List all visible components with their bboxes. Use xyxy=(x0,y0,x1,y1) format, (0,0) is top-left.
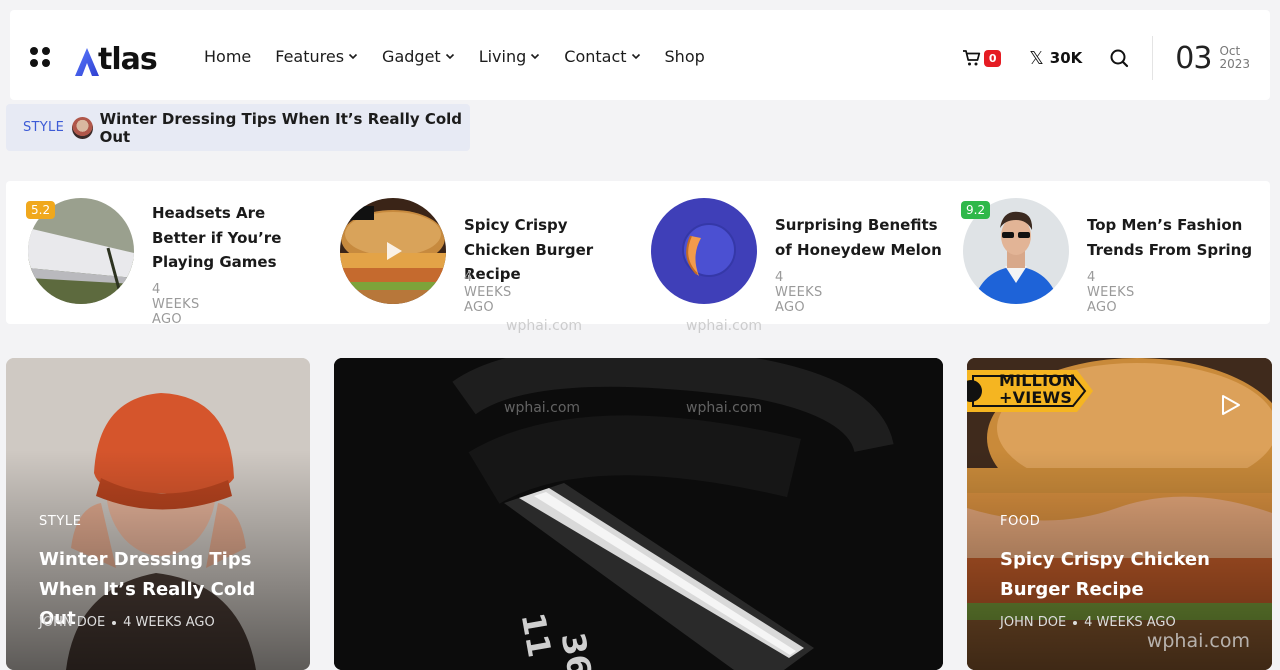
nav-label: Living xyxy=(478,46,527,66)
card-category[interactable]: FOOD xyxy=(1000,514,1040,529)
featured-card-gadget[interactable]: 11 36 wphai.com wphai.com xyxy=(334,358,943,670)
cart-button[interactable]: 0 xyxy=(962,48,1002,68)
nav-item-gadget[interactable]: Gadget xyxy=(382,44,455,68)
badge-line-1: MILLION xyxy=(999,371,1076,390)
million-views-text: MILLION +VIEWS xyxy=(999,372,1076,406)
ticker-thumbnail xyxy=(72,116,93,139)
chevron-down-icon xyxy=(531,53,540,60)
cart-count-badge: 0 xyxy=(984,49,1002,67)
chevron-down-icon xyxy=(631,53,640,60)
featured-card-style[interactable]: STYLE Winter Dressing Tips When It’s Rea… xyxy=(6,358,310,670)
watermark: wphai.com xyxy=(686,318,763,334)
play-icon[interactable] xyxy=(381,239,405,263)
post-date: 4 WEEKS AGO xyxy=(1087,270,1135,315)
post-date: 4 WEEKS AGO xyxy=(775,270,823,315)
featured-card-food[interactable]: MILLION +VIEWS FOOD Spicy Crispy Chicken… xyxy=(967,358,1272,670)
card-title[interactable]: Spicy Crispy Chicken Burger Recipe xyxy=(1000,545,1250,604)
play-icon[interactable] xyxy=(1218,393,1242,417)
card-author[interactable]: JOHN DOE xyxy=(39,615,105,630)
search-icon[interactable] xyxy=(1108,47,1130,69)
post-title[interactable]: Top Men’s Fashion Trends From Spring xyxy=(1087,213,1257,262)
nav-item-contact[interactable]: Contact xyxy=(564,44,640,68)
post-title[interactable]: Headsets Are Better if You’re Playing Ga… xyxy=(152,201,322,275)
post-thumbnail[interactable] xyxy=(651,198,757,304)
svg-text:11: 11 xyxy=(514,610,559,660)
main-nav: Home Features Gadget Living Contact Shop xyxy=(204,44,729,68)
badge-line-2: +VIEWS xyxy=(999,388,1073,407)
date-month-year: Oct 2023 xyxy=(1219,45,1250,71)
site-logo[interactable]: tlas xyxy=(74,37,158,77)
svg-text:36: 36 xyxy=(554,630,599,670)
card-meta: JOHN DOE 4 WEEKS AGO xyxy=(1000,615,1176,630)
logo-a-icon xyxy=(75,48,99,76)
meta-separator xyxy=(112,620,117,625)
ticker-category: STYLE xyxy=(23,120,65,135)
nav-label: Home xyxy=(204,46,252,66)
ticker-headline[interactable]: Winter Dressing Tips When It’s Really Co… xyxy=(100,110,470,146)
cart-icon xyxy=(963,50,981,66)
post-date: 4 WEEKS AGO xyxy=(152,282,200,327)
date-day: 03 xyxy=(1175,40,1212,76)
watermark: wphai.com xyxy=(506,318,583,334)
nav-label: Gadget xyxy=(382,46,441,66)
watermark: wphai.com xyxy=(504,400,581,416)
card-time: 4 WEEKS AGO xyxy=(123,615,215,630)
card-author[interactable]: JOHN DOE xyxy=(1000,615,1066,630)
meta-separator xyxy=(1073,620,1078,625)
trending-posts-row: 5.2 Headsets Are Better if You’re Playin… xyxy=(6,181,1270,334)
nav-item-shop[interactable]: Shop xyxy=(665,44,705,68)
x-twitter-icon: 𝕏 xyxy=(1029,47,1044,69)
post-title[interactable]: Surprising Benefits of Honeydew Melon xyxy=(775,213,945,262)
card-category[interactable]: STYLE xyxy=(39,514,82,529)
watermark: wphai.com xyxy=(686,400,763,416)
post-date: 4 WEEKS AGO xyxy=(464,270,512,315)
x-followers-link[interactable]: 𝕏 30K xyxy=(1029,48,1082,69)
fitness-band-image: 11 36 xyxy=(334,358,943,670)
date-year: 2023 xyxy=(1219,57,1250,71)
nav-label: Shop xyxy=(664,46,705,66)
header-divider xyxy=(1152,36,1154,80)
breaking-news-ticker[interactable]: STYLE Winter Dressing Tips When It’s Rea… xyxy=(6,104,470,151)
nav-label: Features xyxy=(275,46,345,66)
nav-item-home[interactable]: Home xyxy=(204,44,251,68)
watermark: wphai.com xyxy=(1146,630,1250,652)
rating-badge: 9.2 xyxy=(961,201,991,219)
menu-grid-icon[interactable] xyxy=(30,47,50,67)
chevron-down-icon xyxy=(348,53,358,60)
post-thumbnail[interactable] xyxy=(340,198,446,304)
melon-image xyxy=(651,198,757,304)
logo-text: tlas xyxy=(98,42,158,77)
header-actions: 0 𝕏 30K 03 Oct 2023 xyxy=(962,36,1250,80)
chevron-down-icon xyxy=(445,53,454,60)
rating-badge: 5.2 xyxy=(26,201,56,219)
card-meta: JOHN DOE 4 WEEKS AGO xyxy=(39,615,215,630)
x-followers-count: 30K xyxy=(1049,49,1083,67)
nav-item-features[interactable]: Features xyxy=(275,44,358,68)
card-time: 4 WEEKS AGO xyxy=(1084,615,1176,630)
nav-label: Contact xyxy=(564,46,627,66)
site-header: tlas Home Features Gadget Living Contact… xyxy=(10,10,1270,100)
nav-item-living[interactable]: Living xyxy=(479,44,541,68)
